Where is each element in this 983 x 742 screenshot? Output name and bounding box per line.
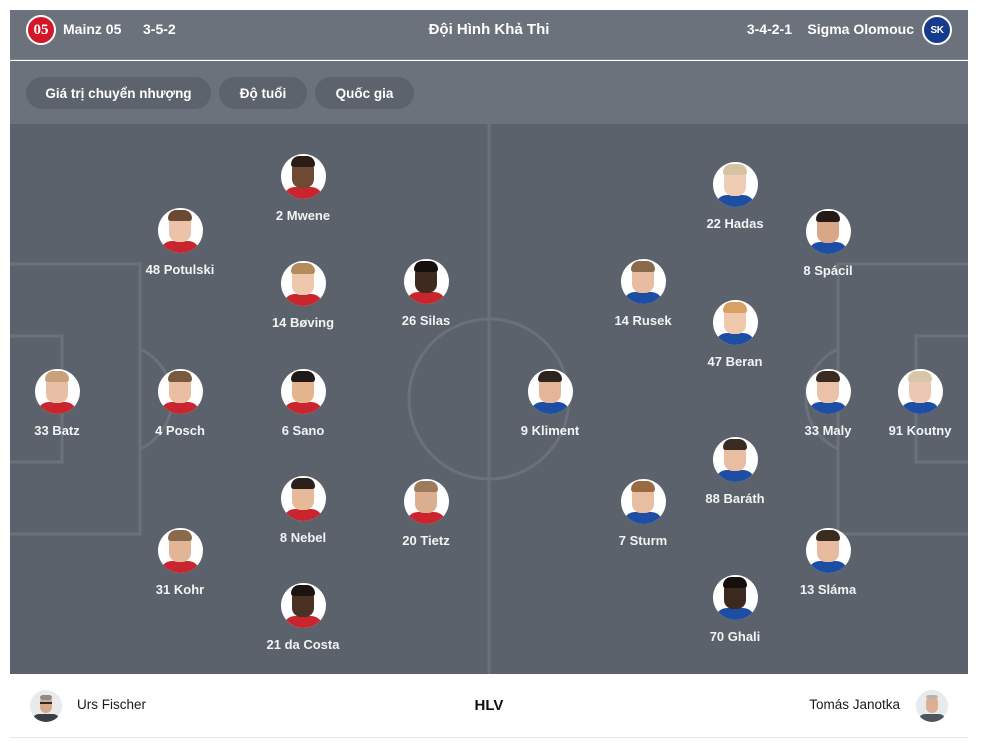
player-label: 14 Rusek xyxy=(614,313,672,328)
player-label: 48 Potulski xyxy=(145,262,215,277)
player-label: 20 Tietz xyxy=(402,533,450,548)
player-label: 7 Sturm xyxy=(618,533,668,548)
player-away-mid[interactable]: 70 Ghali xyxy=(675,575,795,644)
player-label: 33 Batz xyxy=(34,423,80,438)
player-home-fwd[interactable]: 26 Silas xyxy=(366,259,486,328)
player-label: 33 Maly xyxy=(804,423,852,438)
coaches-bar: Urs Fischer HLV Tomás Janotka xyxy=(10,674,968,738)
player-home-mid[interactable]: 21 da Costa xyxy=(243,583,363,652)
player-label: 26 Silas xyxy=(401,313,451,328)
player-away-att[interactable]: 7 Sturm xyxy=(583,479,703,548)
away-coach-name[interactable]: Tomás Janotka xyxy=(809,697,900,712)
player-label: 13 Sláma xyxy=(799,582,857,597)
player-photo xyxy=(712,162,758,207)
away-team-name[interactable]: Sigma Olomouc xyxy=(807,21,914,37)
player-label: 14 Bøving xyxy=(271,315,335,330)
tab-nationality[interactable]: Quốc gia xyxy=(315,77,414,109)
player-photo xyxy=(527,369,573,414)
player-label: 47 Beran xyxy=(707,354,763,369)
player-photo xyxy=(157,528,203,573)
player-away-def[interactable]: 33 Maly xyxy=(768,369,888,438)
player-photo xyxy=(280,369,326,414)
player-label: 8 Nebel xyxy=(279,530,327,545)
player-home-mid[interactable]: 6 Sano xyxy=(243,369,363,438)
player-label: 88 Baráth xyxy=(705,491,765,506)
player-home-def[interactable]: 31 Kohr xyxy=(120,528,240,597)
player-photo xyxy=(280,476,326,521)
player-photo xyxy=(280,583,326,628)
coach-portrait-icon xyxy=(919,695,945,722)
player-photo xyxy=(280,154,326,199)
player-label: 31 Kohr xyxy=(155,582,205,597)
tab-age[interactable]: Độ tuổi xyxy=(219,77,307,109)
player-home-def[interactable]: 48 Potulski xyxy=(120,208,240,277)
player-label: 21 da Costa xyxy=(266,637,340,652)
player-photo xyxy=(620,479,666,524)
player-photo xyxy=(712,575,758,620)
away-formation: 3-4-2-1 xyxy=(746,21,792,37)
away-coach-avatar xyxy=(916,690,948,722)
filter-tabs: Giá trị chuyển nhượng Độ tuổi Quốc gia xyxy=(10,61,968,124)
tab-transfer-value[interactable]: Giá trị chuyển nhượng xyxy=(26,77,211,109)
player-home-def[interactable]: 4 Posch xyxy=(120,369,240,438)
player-photo xyxy=(157,369,203,414)
player-label: 9 Kliment xyxy=(520,423,580,438)
player-away-att[interactable]: 14 Rusek xyxy=(583,259,703,328)
player-photo xyxy=(403,259,449,304)
sigma-olomouc-logo-icon: SK xyxy=(922,15,952,45)
player-photo xyxy=(805,528,851,573)
player-away-fwd[interactable]: 9 Kliment xyxy=(490,369,610,438)
player-photo xyxy=(157,208,203,253)
player-home-mid[interactable]: 2 Mwene xyxy=(243,154,363,223)
player-photo xyxy=(34,369,80,414)
lineup-header: 05 Mainz 05 3-5-2 Đội Hình Khả Thi 3-4-2… xyxy=(10,10,968,60)
player-photo xyxy=(712,300,758,345)
player-photo xyxy=(805,209,851,254)
player-label: 91 Koutny xyxy=(888,423,952,438)
player-home-gk[interactable]: 33 Batz xyxy=(10,369,117,438)
player-home-fwd[interactable]: 20 Tietz xyxy=(366,479,486,548)
player-home-mid[interactable]: 14 Bøving xyxy=(243,261,363,330)
player-label: 2 Mwene xyxy=(275,208,331,223)
player-photo xyxy=(280,261,326,306)
player-photo xyxy=(897,369,943,414)
player-label: 6 Sano xyxy=(281,423,325,438)
player-away-mid[interactable]: 22 Hadas xyxy=(675,162,795,231)
player-photo xyxy=(805,369,851,414)
player-label: 8 Spácil xyxy=(803,263,853,278)
player-photo xyxy=(620,259,666,304)
player-label: 70 Ghali xyxy=(709,629,761,644)
player-home-mid[interactable]: 8 Nebel xyxy=(243,476,363,545)
player-label: 22 Hadas xyxy=(706,216,764,231)
player-photo xyxy=(403,479,449,524)
player-photo xyxy=(712,437,758,482)
player-label: 4 Posch xyxy=(155,423,205,438)
football-pitch: 33 Batz 48 Potulski 4 Posch 31 Kohr 2 Mw… xyxy=(10,124,968,674)
